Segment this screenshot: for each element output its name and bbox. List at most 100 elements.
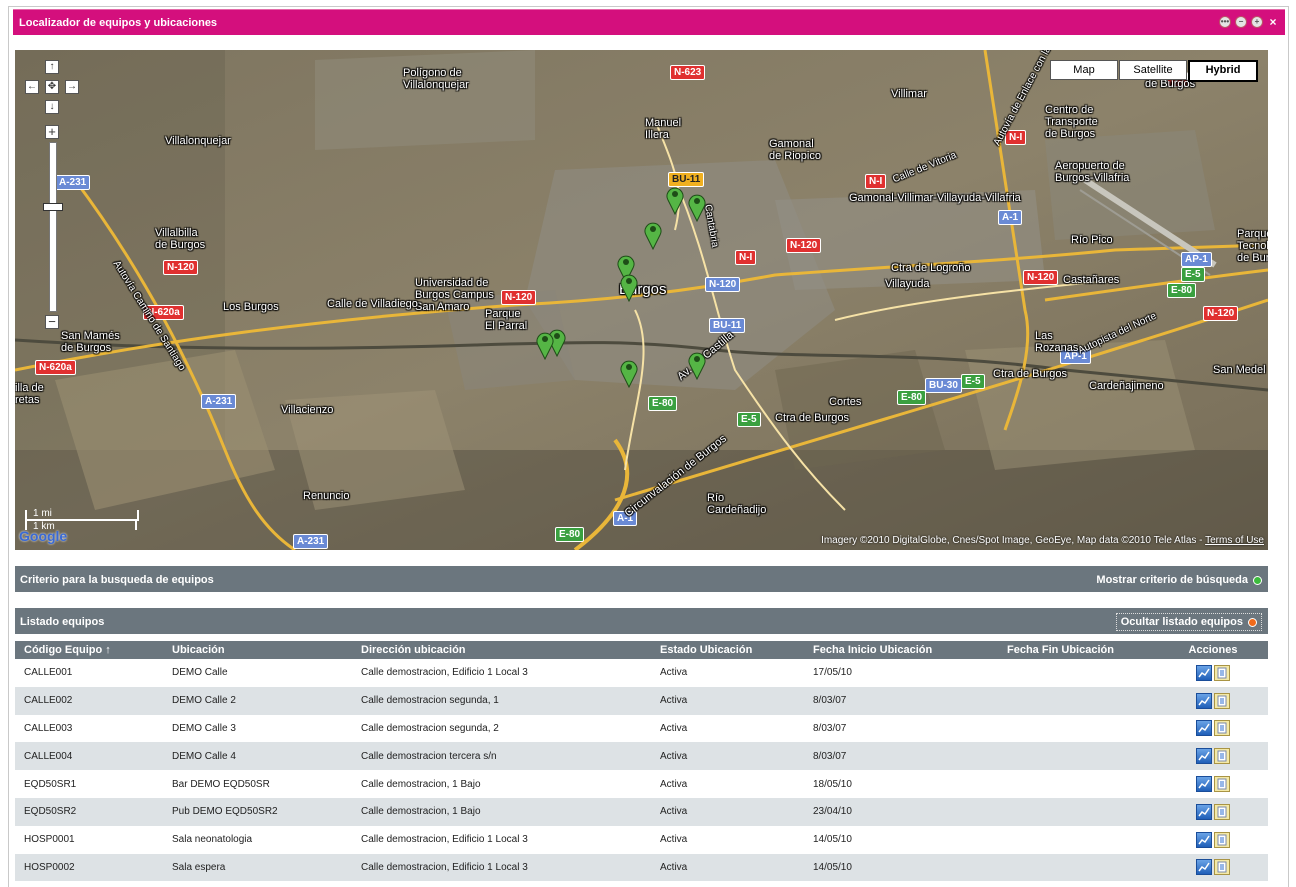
pan-right-icon[interactable]: → — [65, 80, 79, 94]
report-icon[interactable] — [1214, 720, 1230, 737]
report-icon[interactable] — [1214, 831, 1230, 848]
road-n120: N-120 — [705, 277, 741, 292]
table-header-row: Código Equipo ↑ Ubicación Dirección ubic… — [15, 640, 1268, 659]
chart-icon[interactable] — [1196, 831, 1212, 848]
cell-direccion: Calle demostracion segunda, 2 — [352, 714, 651, 743]
map-view[interactable]: N-623 BU-11 BU-11 A-231 A-231 A-231 N-12… — [15, 50, 1268, 550]
cell-direccion: Calle demostracion, Edificio 1 Local 3 — [352, 825, 651, 854]
cell-codigo: EQD50SR2 — [15, 797, 163, 826]
report-icon[interactable] — [1214, 803, 1230, 820]
col-header-estado[interactable]: Estado Ubicación — [651, 640, 804, 659]
place-label: Parque El Parral — [485, 308, 528, 332]
cell-fecha-fin — [998, 659, 1158, 687]
location-marker[interactable] — [687, 350, 707, 380]
col-header-fecha-fin[interactable]: Fecha Fin Ubicación — [998, 640, 1158, 659]
report-icon[interactable] — [1214, 748, 1230, 765]
cell-estado: Activa — [651, 770, 804, 798]
report-icon[interactable] — [1214, 664, 1230, 681]
options-icon[interactable]: ••• — [1219, 16, 1231, 28]
pan-center-icon[interactable]: ✥ — [45, 80, 59, 94]
location-marker[interactable] — [619, 358, 639, 388]
equipment-list-title: Listado equipos — [20, 616, 105, 628]
table-row[interactable]: HOSP0002 Sala espera Calle demostracion, E… — [15, 853, 1268, 882]
cell-acciones — [1158, 742, 1268, 771]
road-bu30: BU-30 — [925, 378, 962, 393]
cell-ubicacion: DEMO Calle 3 — [163, 714, 352, 743]
cell-codigo: CALLE002 — [15, 686, 163, 715]
table-row[interactable]: CALLE003 DEMO Calle 3 Calle demostracion s… — [15, 714, 1268, 743]
street-label: Ctra de Burgos — [775, 412, 849, 424]
pan-up-icon[interactable]: ↑ — [45, 60, 59, 74]
report-icon[interactable] — [1214, 859, 1230, 876]
zoom-slider[interactable] — [49, 142, 57, 312]
road-n120: N-120 — [163, 260, 199, 275]
cell-acciones — [1158, 770, 1268, 798]
col-header-direccion[interactable]: Dirección ubicación — [352, 640, 651, 659]
location-marker[interactable] — [535, 330, 555, 360]
report-icon[interactable] — [1214, 776, 1230, 793]
col-header-codigo[interactable]: Código Equipo ↑ — [15, 640, 163, 659]
table-row[interactable]: EQD50SR1 Bar DEMO EQD50SR Calle demostraci… — [15, 770, 1268, 798]
chart-icon[interactable] — [1196, 720, 1212, 737]
cell-ubicacion: DEMO Calle 2 — [163, 686, 352, 715]
cell-acciones — [1158, 714, 1268, 743]
cell-ubicacion: Sala espera — [163, 853, 352, 882]
place-label: Río Cardeñadijo — [707, 492, 767, 516]
close-icon[interactable]: × — [1267, 16, 1279, 28]
table-row[interactable]: CALLE002 DEMO Calle 2 Calle demostracion s… — [15, 686, 1268, 715]
cell-fecha-fin — [998, 853, 1158, 882]
pan-left-icon[interactable]: ← — [25, 80, 39, 94]
road-e80: E-80 — [555, 527, 585, 542]
table-row[interactable]: EQD50SR2 Pub DEMO EQD50SR2 Calle demostrac… — [15, 797, 1268, 826]
chart-icon[interactable] — [1196, 859, 1212, 876]
location-marker[interactable] — [643, 220, 663, 250]
col-header-ubicacion[interactable]: Ubicación — [163, 640, 352, 659]
chart-icon[interactable] — [1196, 748, 1212, 765]
place-label: Gamonal de Riopico — [769, 138, 821, 162]
chart-icon[interactable] — [1196, 803, 1212, 820]
road-ap1: AP-1 — [1181, 252, 1212, 267]
location-marker[interactable] — [687, 192, 707, 222]
col-header-fecha-inicio[interactable]: Fecha Inicio Ubicación — [804, 640, 998, 659]
road-a231: A-231 — [55, 175, 91, 190]
zoom-slider-thumb[interactable] — [43, 203, 63, 211]
cell-fecha-inicio: 17/05/10 — [804, 659, 998, 687]
hide-equipment-list-label: Ocultar listado equipos — [1120, 616, 1243, 628]
map-type-satellite[interactable]: Satellite — [1119, 60, 1187, 80]
maximize-icon[interactable]: + — [1251, 16, 1263, 28]
col-header-acciones: Acciones — [1158, 640, 1268, 659]
place-label: San Medel — [1213, 364, 1266, 376]
window-title: Localizador de equipos y ubicaciones — [19, 17, 218, 29]
zoom-in-button[interactable]: + — [45, 125, 59, 139]
pan-down-icon[interactable]: ↓ — [45, 100, 59, 114]
hide-equipment-list-button[interactable]: Ocultar listado equipos — [1115, 613, 1262, 631]
show-search-criteria-button[interactable]: Mostrar criterio de búsqueda — [1096, 574, 1262, 586]
road-a231: A-231 — [201, 394, 237, 409]
road-n623: N-623 — [670, 65, 706, 80]
map-type-map[interactable]: Map — [1050, 60, 1118, 80]
chart-icon[interactable] — [1196, 664, 1212, 681]
cell-estado: Activa — [651, 742, 804, 771]
table-row[interactable]: HOSP0001 Sala neonatologia Calle demostrac… — [15, 825, 1268, 854]
location-marker[interactable] — [619, 272, 639, 302]
terms-of-use-link[interactable]: Terms of Use — [1205, 535, 1264, 546]
map-type-hybrid[interactable]: Hybrid — [1188, 60, 1258, 82]
table-row[interactable]: CALLE001 DEMO Calle Calle demostracion, Ed… — [15, 659, 1268, 687]
cell-direccion: Calle demostracion tercera s/n — [352, 742, 651, 771]
cell-ubicacion: DEMO Calle 4 — [163, 742, 352, 771]
minimize-icon[interactable]: − — [1235, 16, 1247, 28]
google-logo[interactable]: Google — [19, 528, 67, 544]
report-icon[interactable] — [1214, 692, 1230, 709]
chart-icon[interactable] — [1196, 692, 1212, 709]
place-label: Gamonal-Villimar-Villayuda-Villafria — [849, 192, 1021, 204]
place-label: Polígono de Villalonquejar — [403, 67, 469, 91]
table-row[interactable]: CALLE004 DEMO Calle 4 Calle demostracion t… — [15, 742, 1268, 771]
road-n120: N-120 — [1203, 306, 1239, 321]
zoom-out-button[interactable]: − — [45, 315, 59, 329]
location-marker[interactable] — [665, 185, 685, 215]
cell-fecha-fin — [998, 825, 1158, 854]
chart-icon[interactable] — [1196, 776, 1212, 793]
cell-direccion: Calle demostracion, Edificio 1 Local 3 — [352, 853, 651, 882]
road-ni: N-I — [735, 250, 757, 265]
place-label: Cardeñajimeno — [1089, 380, 1164, 392]
